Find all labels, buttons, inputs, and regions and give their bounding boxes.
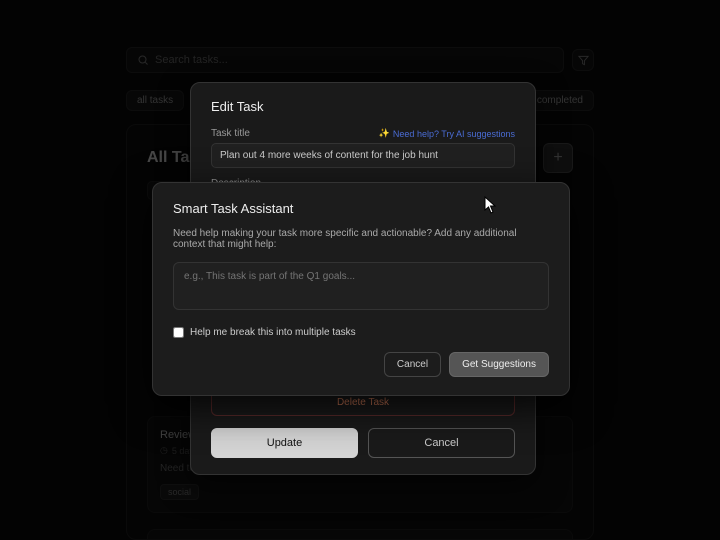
cancel-button[interactable]: Cancel — [368, 428, 515, 458]
assistant-modal: Smart Task Assistant Need help making yo… — [152, 182, 570, 396]
break-tasks-checkbox-row[interactable]: Help me break this into multiple tasks — [173, 327, 549, 338]
assistant-cancel-button[interactable]: Cancel — [384, 352, 441, 377]
break-tasks-label: Help me break this into multiple tasks — [190, 327, 356, 338]
ai-help-text: Need help? Try AI suggestions — [393, 129, 515, 139]
update-button[interactable]: Update — [211, 428, 358, 458]
context-textarea[interactable] — [173, 262, 549, 310]
task-title-label: Task title — [211, 128, 250, 139]
sparkle-icon: ✨ — [379, 128, 390, 139]
get-suggestions-button[interactable]: Get Suggestions — [449, 352, 549, 377]
modal-title: Edit Task — [211, 99, 515, 114]
task-title-input[interactable] — [211, 143, 515, 168]
assistant-title: Smart Task Assistant — [173, 201, 549, 216]
assistant-subtitle: Need help making your task more specific… — [173, 228, 549, 250]
ai-help-link[interactable]: ✨ Need help? Try AI suggestions — [379, 128, 515, 139]
break-tasks-checkbox[interactable] — [173, 327, 184, 338]
